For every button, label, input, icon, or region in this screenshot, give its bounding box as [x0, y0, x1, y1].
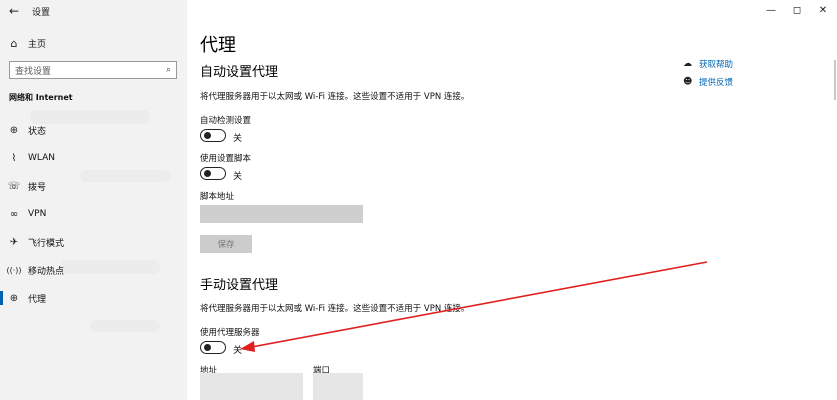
- annotation-arrow: [240, 261, 708, 352]
- annotation-arrow-head: [240, 341, 255, 352]
- annotation-arrow-line: [245, 261, 708, 349]
